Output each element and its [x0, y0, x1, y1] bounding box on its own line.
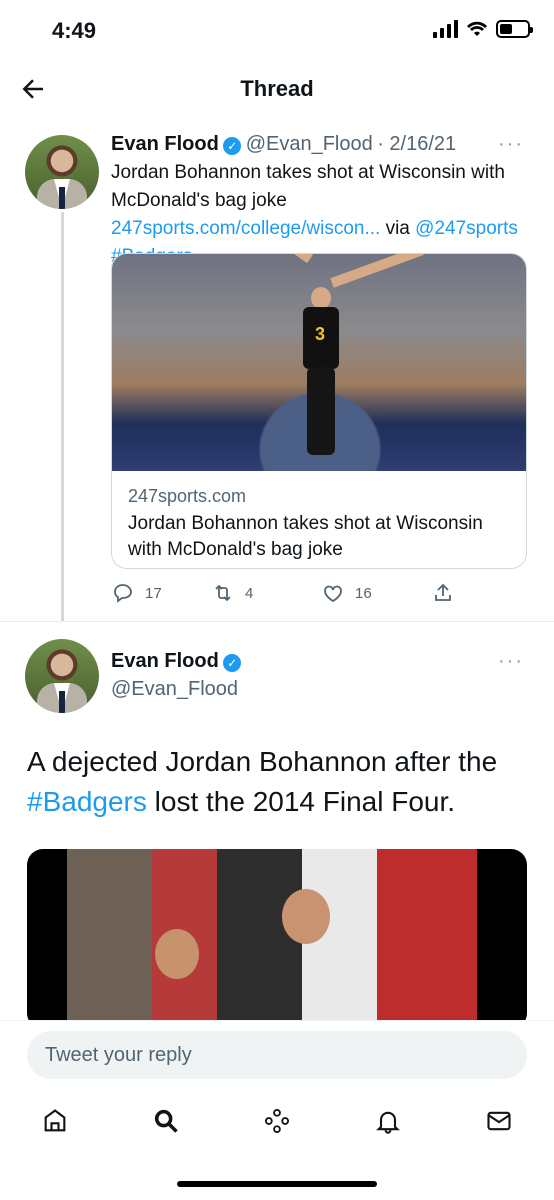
player-figure: 3: [295, 279, 347, 464]
tweet2-name-row: Evan Flood ✓: [111, 650, 242, 673]
like-count: 16: [355, 584, 372, 602]
retweet-icon: [215, 584, 231, 602]
status-bar: 4:49: [0, 0, 554, 60]
tweet2-name[interactable]: Evan Flood: [111, 650, 219, 672]
notifications-icon: [375, 1111, 400, 1134]
like-button[interactable]: 16: [321, 581, 431, 605]
more-icon[interactable]: ···: [498, 650, 524, 673]
card-domain: 247sports.com: [128, 486, 247, 506]
tweet1-meta: Evan Flood ✓ @Evan_Flood · 2/16/21: [111, 133, 531, 156]
search-icon: [155, 1109, 178, 1133]
status-time: 4:49: [52, 18, 97, 43]
tweet1-actions: 17 4 16: [111, 580, 471, 606]
reply-input[interactable]: Tweet your reply: [27, 1031, 527, 1079]
tweet1-link[interactable]: 247sports.com/college/wiscon...: [111, 218, 380, 239]
tweet1-date[interactable]: · 2/16/21: [377, 133, 456, 155]
tweet2-text-body-2: lost the 2014 Final Four.: [146, 786, 456, 817]
more-icon[interactable]: ···: [498, 133, 524, 156]
divider: [0, 621, 554, 622]
reply-button[interactable]: 17: [111, 581, 211, 605]
signal-icon: [433, 20, 458, 38]
retweet-count: 4: [245, 584, 254, 602]
verified-icon: ✓: [223, 653, 242, 672]
link-card[interactable]: 3 247sports.com Jordan Bohannon takes sh…: [111, 253, 527, 569]
reply-count: 17: [145, 584, 162, 602]
share-icon: [435, 583, 451, 601]
verified-icon: ✓: [223, 136, 242, 155]
wifi-icon: [467, 21, 487, 36]
avatar[interactable]: [25, 639, 99, 713]
tweet1-handle[interactable]: @Evan_Flood: [246, 133, 373, 155]
home-icon: [45, 1108, 66, 1131]
spaces-icon: [264, 1108, 290, 1133]
tab-messages[interactable]: [485, 1107, 513, 1140]
page-title: Thread: [240, 76, 314, 101]
tweet1-via: via: [380, 218, 416, 239]
tweet1-name[interactable]: Evan Flood: [111, 133, 219, 155]
tweet2-text-body-1: A dejected Jordan Bohannon after the: [27, 746, 498, 777]
status-icons: [433, 20, 533, 38]
messages-icon: [487, 1111, 511, 1130]
share-button[interactable]: [431, 581, 455, 605]
tweet1-mention[interactable]: @247sports: [415, 218, 518, 239]
tweet2-handle[interactable]: @Evan_Flood: [111, 678, 238, 701]
thread-line: [61, 212, 64, 622]
tweet2-media[interactable]: [27, 849, 527, 1029]
tab-spaces[interactable]: [263, 1107, 291, 1140]
tab-bar: [0, 1096, 554, 1150]
like-icon: [324, 585, 342, 603]
tweet1-text-body: Jordan Bohannon takes shot at Wisconsin …: [111, 162, 505, 211]
card-title: Jordan Bohannon takes shot at Wisconsin …: [128, 513, 483, 560]
home-indicator: [177, 1181, 377, 1187]
card-image: 3: [112, 254, 526, 471]
tab-home[interactable]: [41, 1107, 69, 1140]
battery-icon: [496, 20, 533, 38]
tweet2-text: A dejected Jordan Bohannon after the #Ba…: [27, 742, 532, 822]
tab-notifications[interactable]: [374, 1107, 402, 1140]
avatar[interactable]: [25, 135, 99, 209]
tab-search[interactable]: [152, 1107, 180, 1140]
reply-icon: [114, 584, 132, 603]
nav-header: Thread: [0, 60, 554, 116]
tweet2-hashtag[interactable]: #Badgers: [27, 786, 147, 817]
retweet-button[interactable]: 4: [211, 581, 321, 605]
